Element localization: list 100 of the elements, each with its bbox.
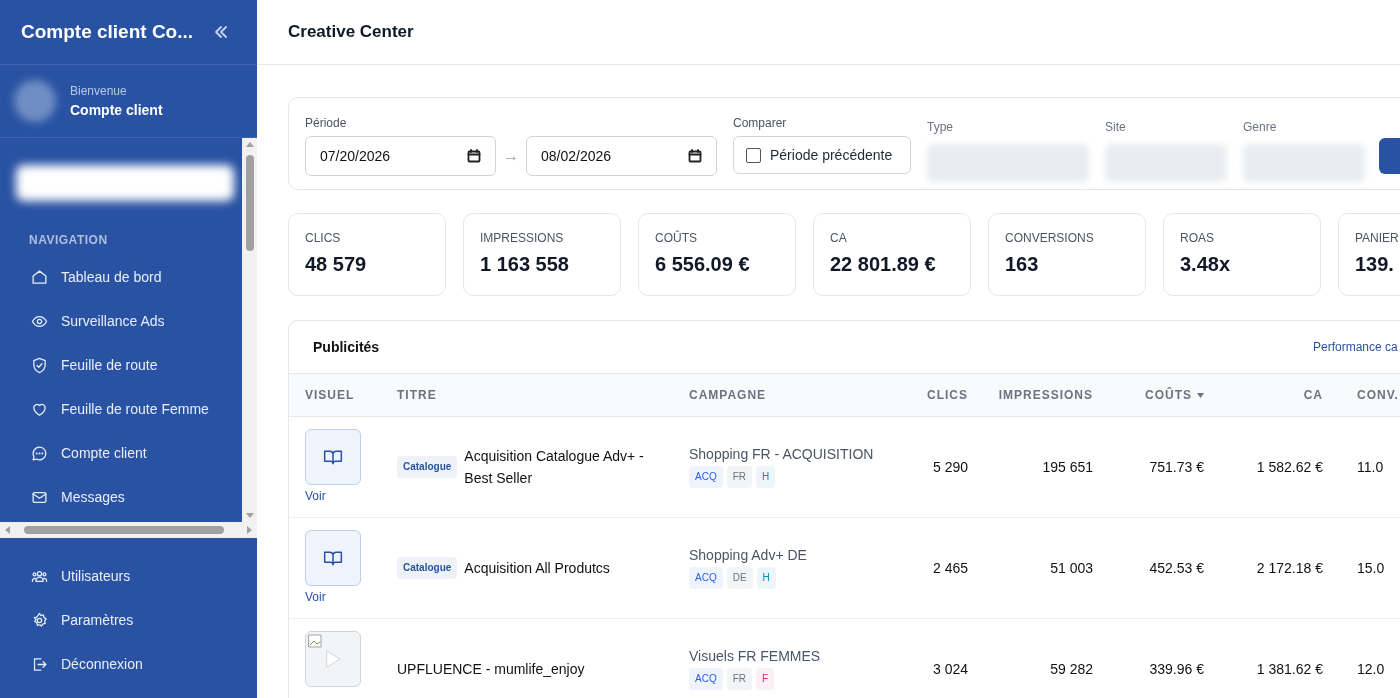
kpi-value: 1 163 558 [480,253,570,276]
table-cell: 1 381.62 € [1220,619,1339,698]
calendar-icon [467,149,481,163]
column-header[interactable]: COÛTS [1109,374,1220,417]
type-badge: Catalogue [397,557,458,579]
book-icon [323,447,343,467]
table-cell: 452.53 € [1109,518,1220,619]
kpi-label: COÛTS [655,231,698,245]
field-label: Type [927,120,954,134]
chat-icon [31,444,48,462]
table-cell: 59 282 [984,619,1109,698]
nav-item[interactable]: Compte client [0,431,242,475]
table-cell: 5 290 [889,417,984,518]
tag: H [756,466,776,488]
table-cell: 195 651 [984,417,1109,518]
table-cell: 339.96 € [1109,619,1220,698]
link[interactable]: Performance ca [1313,340,1398,354]
column-header[interactable]: CA [1220,374,1339,417]
greeting-text: Bienvenue [70,84,128,98]
nav-item[interactable]: Feuille de route Femme [0,387,242,431]
horizontal-scrollbar[interactable] [0,522,257,538]
date-field[interactable]: 07/20/2026 [305,136,496,176]
nav-item[interactable]: Tableau de bord [0,255,242,299]
video-thumbnail[interactable] [305,631,361,687]
kpi-value: 48 579 [305,253,368,276]
compare-checkbox[interactable]: Période précédente [733,136,911,174]
table-cell: 51 003 [984,518,1109,619]
column-header[interactable]: VISUEL [289,374,381,417]
user-name: Compte client [70,102,163,118]
kpi-label: CA [830,231,848,245]
tag: H [756,567,776,589]
tag: DE [726,567,753,589]
page-title: Creative Center [288,22,414,42]
nav-item[interactable]: Messages [0,475,242,519]
tag: ACQ [689,668,723,690]
kpi-label: IMPRESSIONS [480,231,565,245]
ad-title: Acquisition All Produtcs [464,559,610,578]
table-cell: 3 024 [889,619,984,698]
scroll-right-icon[interactable] [245,526,253,534]
kpi-label: ROAS [1180,231,1215,245]
ad-title: Acquisition Catalogue Adv+ - Best Seller [464,447,645,488]
catalogue-thumbnail[interactable] [305,530,361,586]
scroll-left-icon[interactable] [4,526,12,534]
kpi-value: 3.48x [1180,253,1232,276]
column-header[interactable]: CAMPAGNE [673,374,889,417]
kpi-label: CONVERSIONS [1005,231,1095,245]
section-label: NAVIGATION [29,233,109,247]
vertical-scrollbar[interactable] [242,138,257,522]
view-link[interactable]: Voir [305,489,326,503]
kpi-value: 6 556.09 € [655,253,751,276]
scrollbar-thumb[interactable] [24,526,224,534]
blurred-search-field[interactable] [16,165,234,201]
kpi-value: 139. [1355,253,1395,276]
tag: ACQ [689,567,723,589]
kpi-label: CLICS [305,231,342,245]
calendar-icon [688,149,702,163]
catalogue-thumbnail[interactable] [305,429,361,485]
home-icon [31,268,48,286]
book-icon [323,548,343,568]
kpi-value: 163 [1005,253,1040,276]
campaign-name: Visuels FR FEMMES [689,648,821,664]
avatar [14,80,56,122]
table-title: Publicités [313,339,381,355]
table-cell: 2 172.18 € [1220,518,1339,619]
nav-item[interactable]: Utilisateurs [0,554,257,598]
sidebar-title: Compte client Co... [21,21,194,43]
collapse-icon [213,24,229,40]
field-label: Période [305,116,348,130]
nav-item[interactable]: Feuille de route [0,343,242,387]
tag: FR [726,668,752,690]
tag: FR [726,466,752,488]
table-cell: 15.0 [1339,518,1400,619]
table-cell: 1 582.62 € [1220,417,1339,518]
arrow-text: → [502,147,520,165]
nav-item[interactable]: Déconnexion [0,642,257,686]
field-label: Genre [1243,120,1278,134]
view-link[interactable]: Voir [305,590,326,604]
column-header[interactable]: CLICS [889,374,984,417]
play-icon [325,650,341,668]
shield-icon [31,356,48,374]
column-header[interactable]: IMPRESSIONS [984,374,1109,417]
date-field[interactable]: 08/02/2026 [526,136,717,176]
tag: F [756,668,775,690]
nav-item[interactable]: Paramètres [0,598,257,642]
table-cell: 751.73 € [1109,417,1220,518]
scroll-down-icon[interactable] [245,511,254,519]
table-cell: 12.0 [1339,619,1400,698]
column-header[interactable]: TITRE [381,374,673,417]
scroll-up-icon[interactable] [245,141,254,149]
kpi-label: PANIER [1355,231,1400,245]
nav-item[interactable]: Surveillance Ads [0,299,242,343]
field-label: Site [1105,120,1127,134]
tag: ACQ [689,466,723,488]
ad-title: UPFLUENCE - mumlife_enjoy [381,619,673,698]
campaign-name: Shopping Adv+ DE [689,547,807,563]
column-header[interactable]: CONV. [1339,374,1400,417]
table-cell: 2 465 [889,518,984,619]
type-badge: Catalogue [397,456,458,478]
scrollbar-thumb[interactable] [245,155,254,251]
field-label: Comparer [733,116,788,130]
